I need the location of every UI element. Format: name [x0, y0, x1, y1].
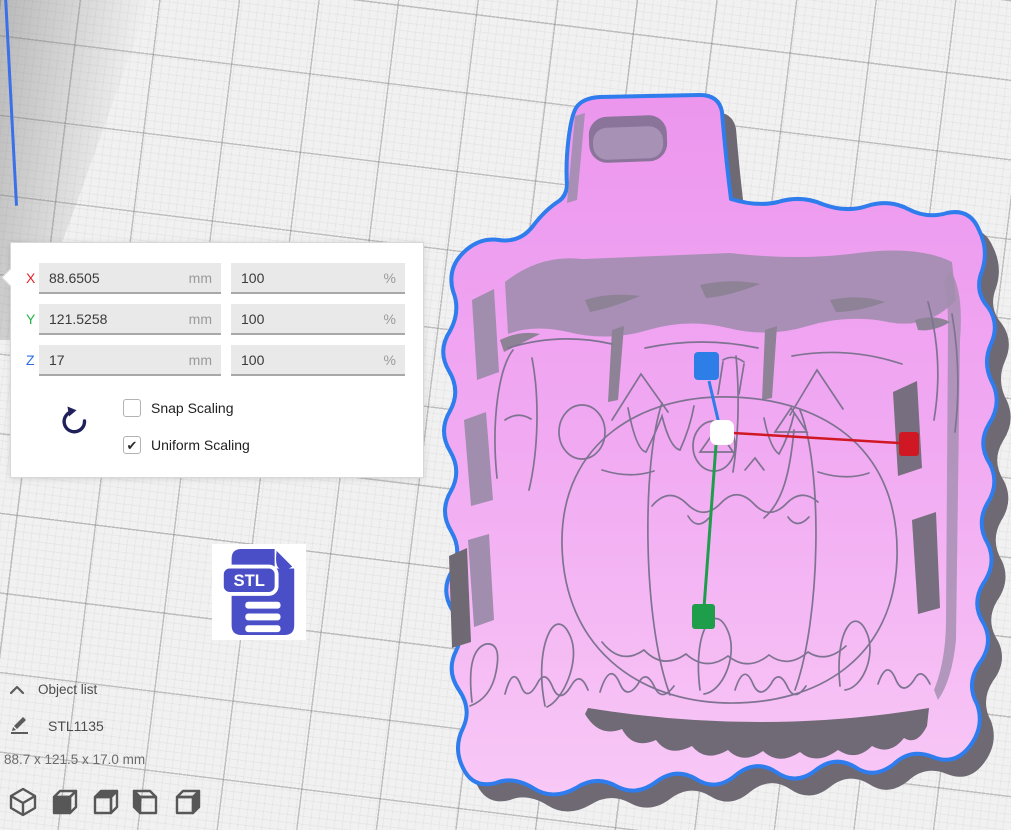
- x-size-unit: mm: [189, 270, 212, 286]
- scale-row-z: Z mm %: [11, 345, 423, 376]
- z-size-input[interactable]: [39, 352, 166, 368]
- uniform-scaling-label: Uniform Scaling: [151, 437, 250, 453]
- object-list-item[interactable]: STL1135: [48, 718, 104, 734]
- y-percent-field: %: [231, 304, 405, 335]
- z-percent-input[interactable]: [231, 352, 353, 368]
- z-percent-unit: %: [384, 352, 396, 368]
- z-size-field: mm: [39, 345, 221, 376]
- scale-y-handle[interactable]: [692, 604, 715, 629]
- x-axis-label: X: [26, 270, 35, 286]
- view-3d-button[interactable]: [8, 786, 38, 818]
- scale-z-handle[interactable]: [694, 352, 719, 380]
- y-axis-label: Y: [26, 311, 35, 327]
- view-top-icon: [90, 786, 120, 818]
- y-percent-input[interactable]: [231, 311, 353, 327]
- model-dimensions-label: 88.7 x 121.5 x 17.0 mm: [4, 752, 145, 767]
- x-percent-unit: %: [384, 270, 396, 286]
- svg-text:STL: STL: [234, 571, 265, 590]
- snap-scaling-checkbox[interactable]: [123, 399, 141, 417]
- z-size-unit: mm: [189, 352, 212, 368]
- x-size-field: mm: [39, 263, 221, 294]
- snap-scaling-label: Snap Scaling: [151, 400, 234, 416]
- z-percent-field: %: [231, 345, 405, 376]
- y-size-input[interactable]: [39, 311, 166, 327]
- object-type-icon-wrap: [8, 713, 30, 735]
- chevron-up-icon: [8, 683, 26, 697]
- camera-view-toolbar: [8, 786, 202, 820]
- view-front-button[interactable]: [49, 786, 79, 818]
- y-size-field: mm: [39, 304, 221, 335]
- view-3d-icon: [8, 786, 38, 818]
- object-list-header: Object list: [38, 682, 97, 697]
- z-axis-label: Z: [26, 352, 35, 368]
- view-front-icon: [49, 786, 79, 818]
- y-percent-unit: %: [384, 311, 396, 327]
- scale-x-handle[interactable]: [899, 432, 919, 456]
- object-list-collapse-button[interactable]: [8, 683, 26, 697]
- scale-row-x: X mm %: [11, 263, 423, 294]
- stl-file-thumbnail[interactable]: STL: [212, 544, 306, 640]
- y-size-unit: mm: [189, 311, 212, 327]
- x-size-input[interactable]: [39, 270, 166, 286]
- reset-rotation-icon: [59, 403, 91, 437]
- view-right-button[interactable]: [172, 786, 202, 818]
- view-top-button[interactable]: [90, 786, 120, 818]
- view-left-button[interactable]: [131, 786, 161, 818]
- x-percent-field: %: [231, 263, 405, 294]
- uniform-scaling-checkbox[interactable]: [123, 436, 141, 454]
- scale-center-handle[interactable]: [710, 420, 734, 445]
- view-right-icon: [172, 786, 202, 818]
- view-left-icon: [131, 786, 161, 818]
- slicer-viewport: { "scale_panel": { "rows": [ { "axis": "…: [0, 0, 1011, 830]
- scale-tool-panel: X mm % Y mm % Z mm %: [10, 242, 424, 478]
- reset-scale-button[interactable]: [59, 403, 91, 437]
- x-percent-input[interactable]: [231, 270, 353, 286]
- pencil-icon: [8, 713, 30, 735]
- stl-file-icon: STL: [219, 547, 299, 637]
- scale-row-y: Y mm %: [11, 304, 423, 335]
